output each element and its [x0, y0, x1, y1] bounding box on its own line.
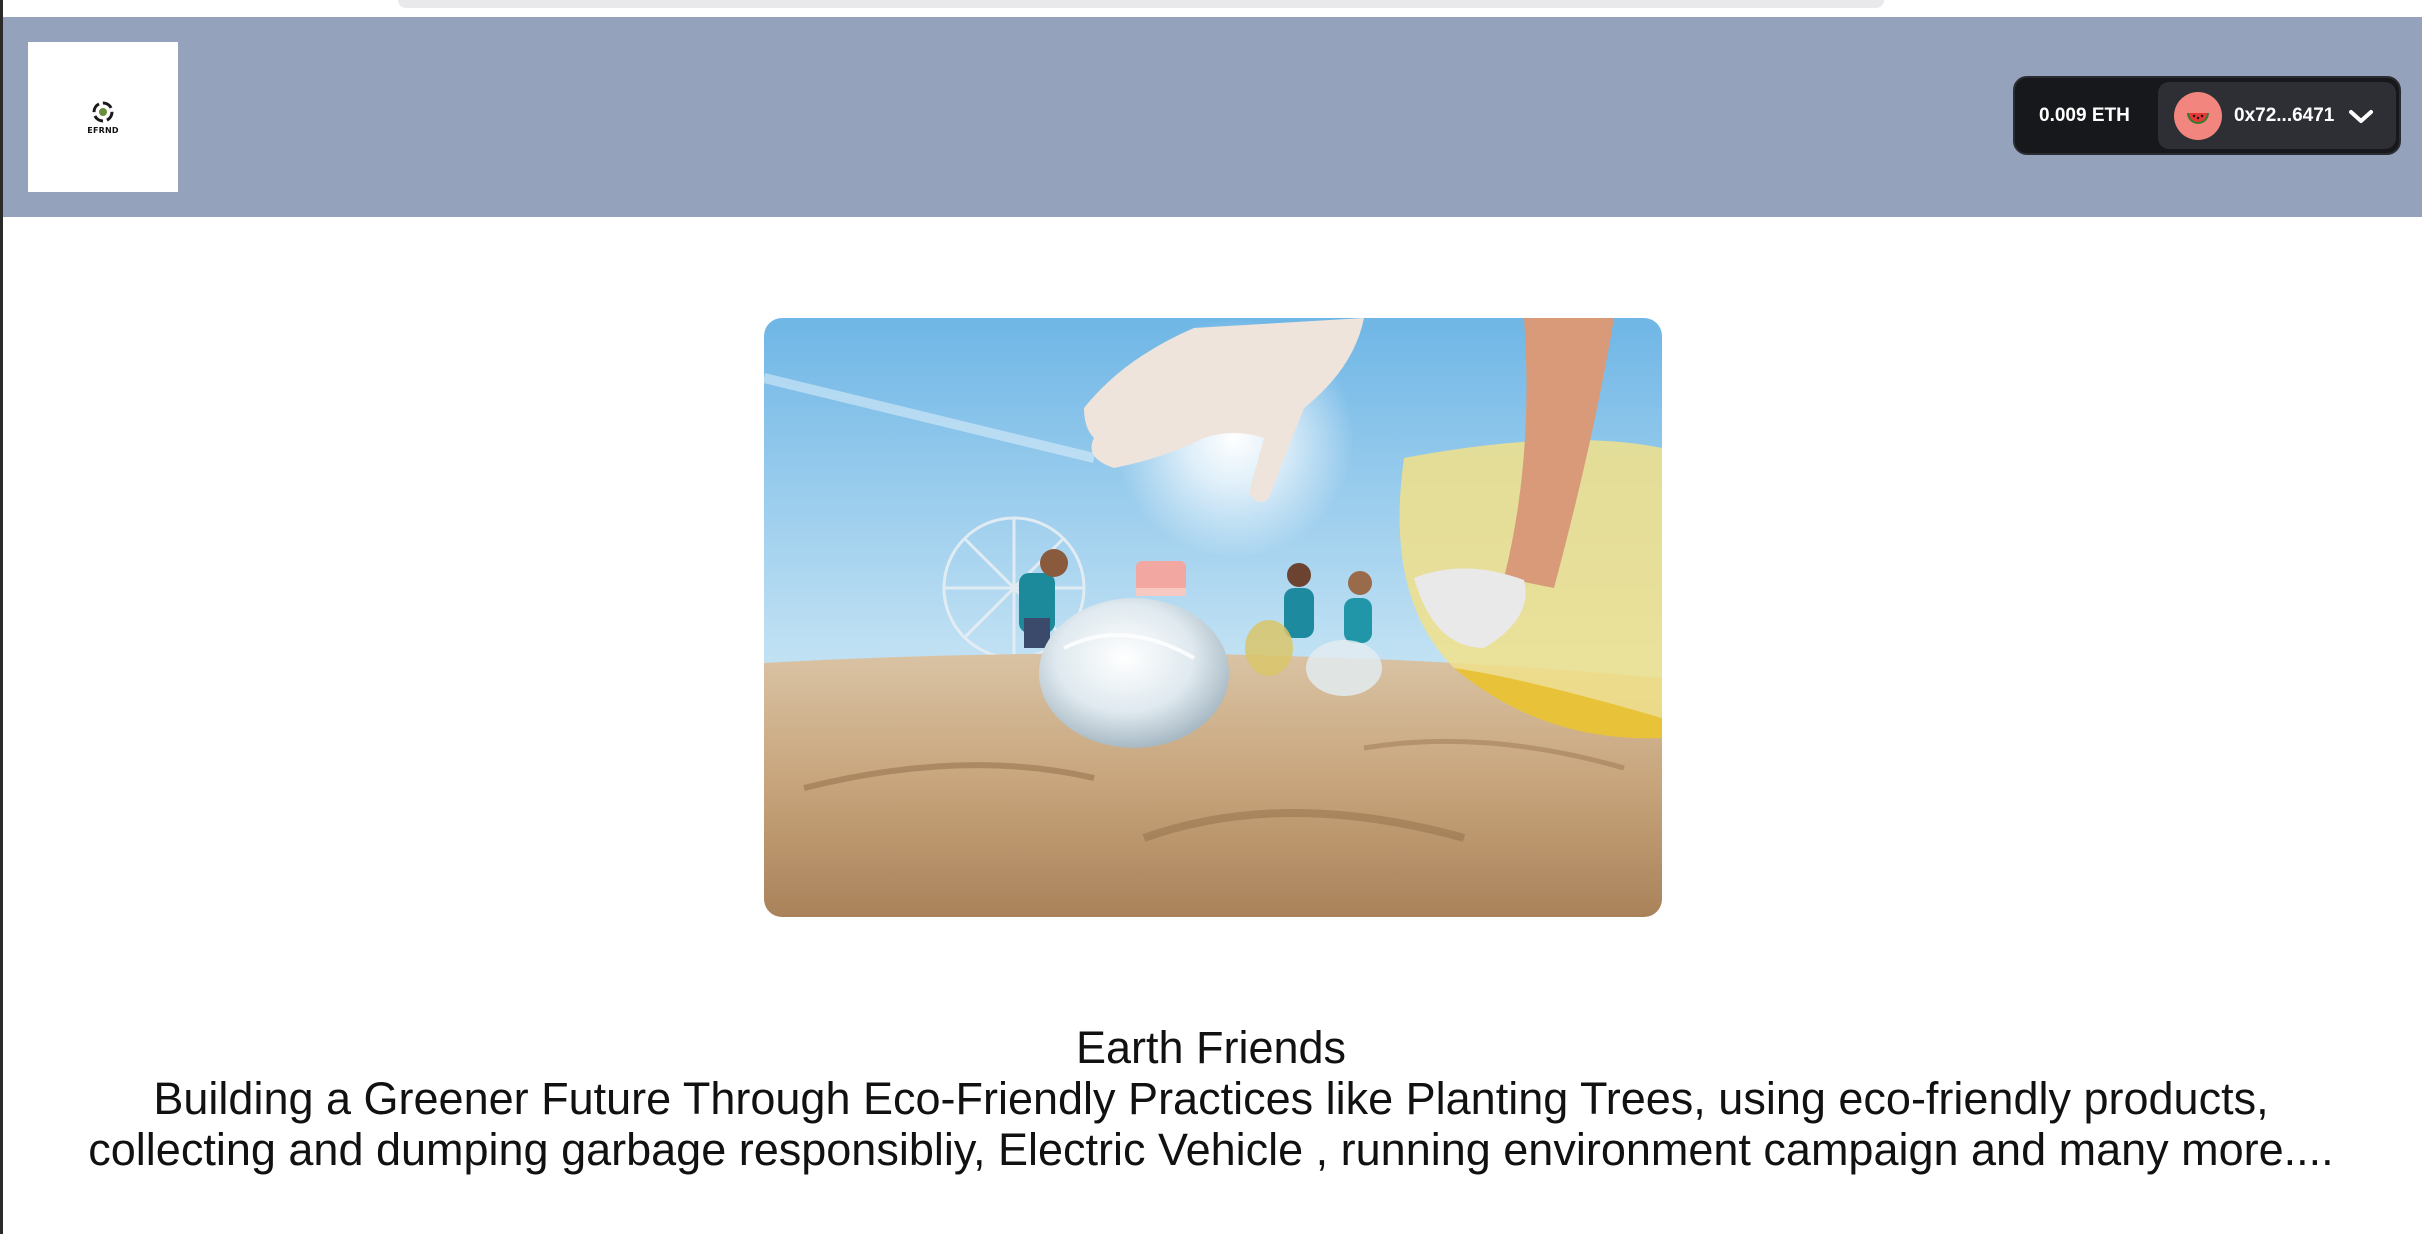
- recycle-logo-icon: [92, 101, 114, 123]
- logo[interactable]: EFRND: [28, 42, 178, 192]
- browser-top-strip: [398, 0, 1884, 8]
- logo-text: EFRND: [87, 126, 119, 135]
- navbar: EFRND 0.009 ETH 0x72...6471: [3, 17, 2422, 217]
- chevron-down-icon: [2349, 109, 2374, 123]
- eth-balance[interactable]: 0.009 ETH: [2015, 105, 2165, 127]
- hero-image: [764, 318, 1662, 917]
- watermelon-icon: [2174, 91, 2222, 140]
- wallet-address: 0x72...6471: [2234, 104, 2335, 126]
- wallet-widget[interactable]: 0.009 ETH 0x72...6471: [2013, 76, 2401, 155]
- account-button[interactable]: 0x72...6471: [2158, 82, 2396, 149]
- page-description: Building a Greener Future Through Eco-Fr…: [88, 1073, 2334, 1175]
- page-title: Earth Friends: [1075, 1022, 1347, 1073]
